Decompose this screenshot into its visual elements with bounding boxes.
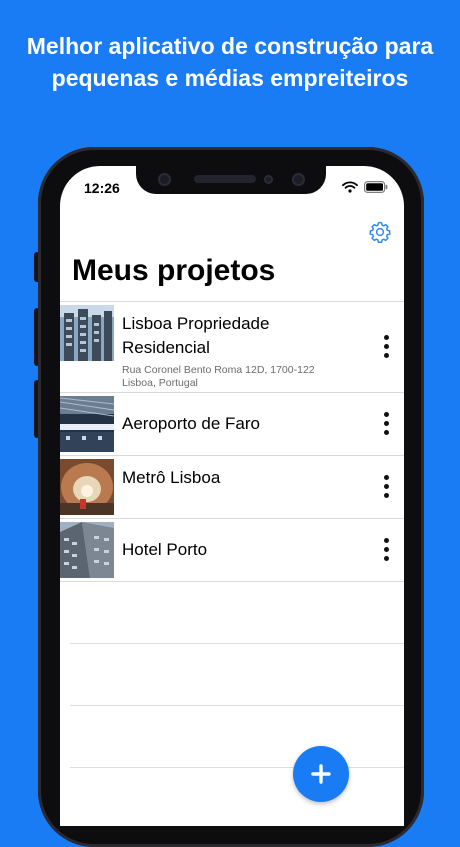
project-name-line-2: Residencial: [122, 338, 210, 357]
sensor-icon: [264, 175, 273, 184]
promo-headline: Melhor aplicativo de construção para peq…: [0, 30, 460, 94]
promo-headline-line-1: Melhor aplicativo de construção para: [26, 33, 434, 59]
project-name: Aeroporto de Faro: [122, 414, 260, 433]
speaker-grille: [194, 175, 256, 183]
project-thumbnail: [60, 522, 114, 578]
project-row[interactable]: Lisboa Propriedade Residencial Rua Coron…: [60, 302, 404, 393]
project-info: Aeroporto de Faro: [122, 393, 362, 436]
status-time: 12:26: [84, 180, 120, 196]
promo-headline-line-2: pequenas e médias empreiteiros: [51, 65, 409, 91]
project-thumbnail: [60, 305, 114, 361]
list-divider: [70, 705, 404, 706]
more-options-icon[interactable]: [382, 335, 390, 358]
project-thumbnail: [60, 459, 114, 515]
project-name-line-1: Lisboa Propriedade: [122, 314, 270, 333]
project-row[interactable]: Aeroporto de Faro: [60, 393, 404, 456]
project-thumbnail: [60, 396, 114, 452]
front-camera-icon: [158, 173, 171, 186]
list-divider: [70, 767, 404, 768]
project-row[interactable]: Hotel Porto: [60, 519, 404, 582]
project-info: Hotel Porto: [122, 519, 362, 562]
app-screen: 12:26 Meus projetos Lisboa Propriedade R…: [60, 166, 404, 826]
project-name: Hotel Porto: [122, 540, 208, 559]
more-options-icon[interactable]: [382, 538, 390, 561]
page-title: Meus projetos: [72, 254, 276, 287]
face-id-icon: [292, 173, 305, 186]
notch: [136, 166, 326, 194]
plus-icon: [311, 764, 331, 784]
gear-icon[interactable]: [368, 220, 392, 244]
wifi-icon: [342, 181, 358, 193]
add-project-button[interactable]: [293, 746, 349, 802]
more-options-icon[interactable]: [382, 412, 390, 435]
battery-icon: [364, 181, 388, 193]
project-address-line-1: Rua Coronel Bento Roma 12D, 1700-122: [122, 364, 315, 376]
project-row[interactable]: Metrô Lisboa: [60, 456, 404, 519]
project-address-line-2: Lisboa, Portugal: [122, 377, 198, 389]
status-icons: [342, 181, 388, 193]
project-name: Metrô Lisboa: [122, 468, 221, 487]
project-list: Lisboa Propriedade Residencial Rua Coron…: [60, 301, 404, 582]
more-options-icon[interactable]: [382, 475, 390, 498]
list-divider: [70, 643, 404, 644]
project-info: Lisboa Propriedade Residencial Rua Coron…: [122, 302, 362, 390]
project-info: Metrô Lisboa: [122, 456, 362, 490]
